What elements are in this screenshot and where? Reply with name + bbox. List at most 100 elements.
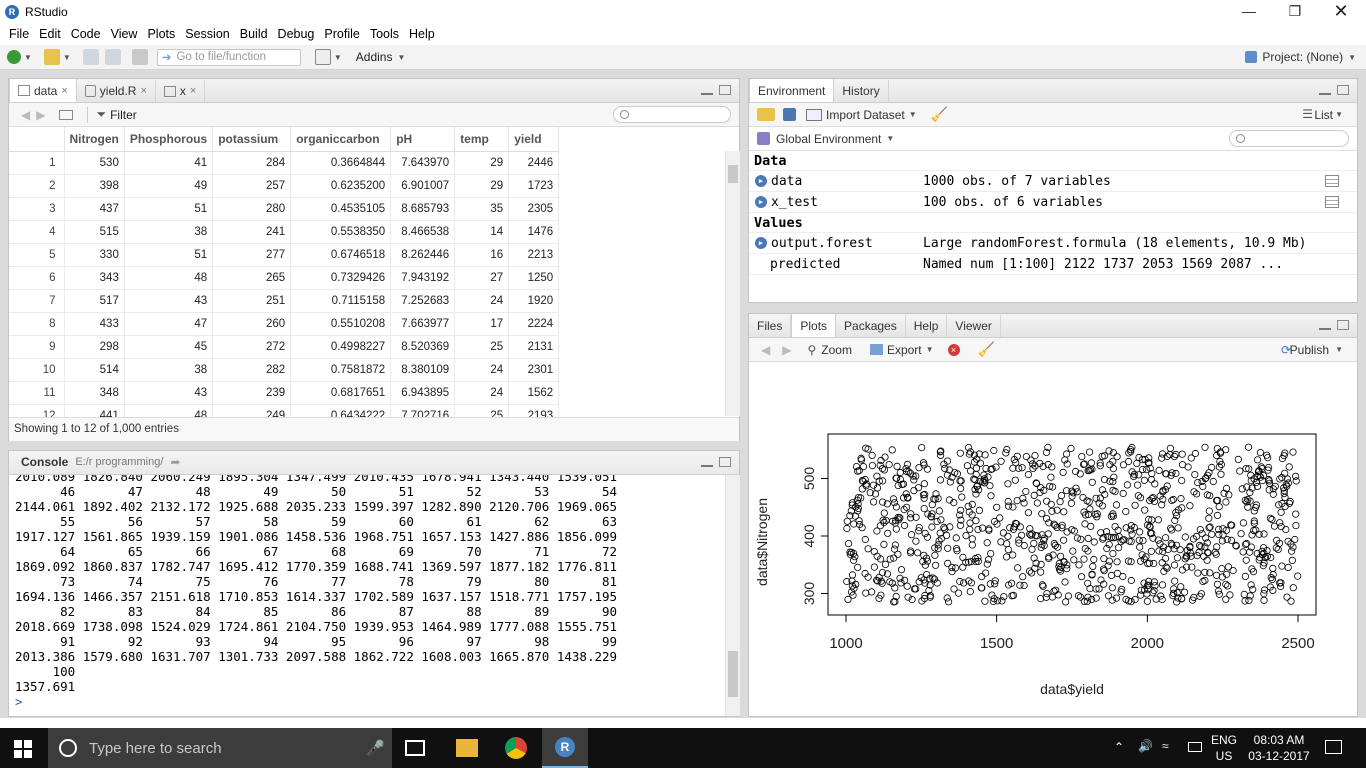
column-header[interactable]: Nitrogen — [64, 127, 125, 152]
taskbar-search-input[interactable]: Type here to search 🎤 — [48, 728, 392, 768]
zoom-button[interactable]: Zoom — [821, 343, 852, 357]
tab-files[interactable]: Files — [749, 315, 792, 337]
menu-code[interactable]: Code — [66, 27, 106, 41]
chevron-down-icon[interactable]: ▼ — [909, 110, 917, 119]
close-icon[interactable]: ✕ — [1318, 0, 1364, 23]
save-icon[interactable] — [82, 49, 99, 65]
menu-file[interactable]: File — [4, 27, 34, 41]
environment-search-input[interactable] — [1229, 130, 1349, 147]
menu-view[interactable]: View — [106, 27, 143, 41]
broom-icon[interactable]: 🧹 — [978, 341, 995, 358]
next-plot-icon[interactable]: ▶ — [782, 343, 791, 357]
layout-grid-icon[interactable] — [314, 49, 331, 65]
maximize-pane-icon[interactable] — [719, 85, 731, 95]
tray-chevron-icon[interactable]: ⌃ — [1114, 740, 1124, 754]
view-table-icon[interactable] — [1325, 175, 1339, 187]
expand-icon[interactable]: ▶ — [755, 196, 767, 208]
chevron-down-icon[interactable]: ▼ — [886, 134, 894, 143]
expand-icon[interactable]: ▶ — [755, 237, 767, 249]
chrome-icon[interactable] — [505, 737, 527, 759]
tab-help[interactable]: Help — [906, 315, 948, 337]
column-header[interactable]: temp — [454, 127, 510, 152]
column-header[interactable]: pH — [390, 127, 456, 152]
data-search-input[interactable] — [613, 106, 731, 123]
new-file-icon[interactable] — [7, 50, 21, 64]
remove-plot-icon[interactable]: × — [947, 343, 960, 356]
env-row-data[interactable]: ▶ data 1000 obs. of 7 variables — [749, 171, 1357, 192]
column-header[interactable]: yield — [508, 127, 560, 152]
minimize-icon[interactable]: — — [1226, 0, 1272, 23]
chevron-down-icon[interactable]: ▼ — [1335, 110, 1343, 119]
save-all-icon[interactable] — [104, 49, 121, 65]
tab-data[interactable]: data × — [9, 79, 77, 102]
volume-icon[interactable]: 🔊 — [1138, 739, 1153, 753]
publish-button[interactable]: Publish — [1290, 343, 1329, 357]
import-dataset-button[interactable]: Import Dataset — [826, 108, 905, 122]
save-workspace-icon[interactable] — [783, 108, 796, 121]
minimize-pane-icon[interactable] — [701, 463, 713, 467]
chevron-down-icon[interactable]: ▼ — [24, 53, 32, 62]
chevron-down-icon[interactable]: ▼ — [1335, 345, 1343, 354]
menu-help[interactable]: Help — [404, 27, 440, 41]
filter-button[interactable]: Filter — [110, 108, 137, 122]
expand-icon[interactable]: ▶ — [755, 175, 767, 187]
menu-tools[interactable]: Tools — [365, 27, 404, 41]
tab-viewer[interactable]: Viewer — [947, 315, 1001, 337]
broom-icon[interactable]: 🧹 — [931, 106, 948, 123]
view-table-icon[interactable] — [1325, 196, 1339, 208]
network-icon[interactable]: ≈ — [1162, 739, 1169, 753]
maximize-pane-icon[interactable] — [719, 457, 731, 467]
env-row-output-forest[interactable]: ▶ output.forest Large randomForest.formu… — [749, 233, 1357, 254]
previous-plot-icon[interactable]: ◀ — [761, 343, 770, 357]
export-button[interactable]: Export — [887, 343, 922, 357]
scroll-thumb[interactable] — [728, 165, 738, 183]
print-icon[interactable] — [131, 49, 148, 65]
menu-session[interactable]: Session — [180, 27, 234, 41]
chevron-down-icon[interactable]: ▼ — [334, 53, 342, 62]
global-environment-dropdown[interactable]: Global Environment — [776, 132, 881, 146]
task-view-icon[interactable] — [405, 740, 425, 756]
chevron-down-icon[interactable]: ▼ — [926, 345, 934, 354]
language-indicator[interactable]: ENG US — [1210, 732, 1238, 764]
minimize-pane-icon[interactable] — [1319, 326, 1331, 330]
menu-debug[interactable]: Debug — [273, 27, 320, 41]
chevron-down-icon[interactable]: ▼ — [63, 53, 71, 62]
battery-icon[interactable] — [1188, 742, 1202, 752]
maximize-pane-icon[interactable] — [1337, 85, 1349, 95]
restore-icon[interactable]: ❐ — [1272, 0, 1318, 23]
minimize-pane-icon[interactable] — [1319, 91, 1331, 95]
open-folder-icon[interactable] — [43, 49, 60, 65]
tab-x[interactable]: x × — [156, 80, 206, 102]
minimize-pane-icon[interactable] — [701, 91, 713, 95]
chevron-down-icon[interactable]: ▼ — [397, 53, 405, 62]
tab-environment[interactable]: Environment — [749, 79, 835, 102]
rstudio-taskbar-button[interactable]: R — [542, 728, 588, 768]
menu-edit[interactable]: Edit — [34, 27, 66, 41]
go-to-file-input[interactable]: ➜ Go to file/function — [156, 48, 301, 66]
menu-build[interactable]: Build — [235, 27, 273, 41]
back-icon[interactable]: ◀ — [21, 108, 30, 122]
project-menu[interactable]: Project: (None) ▼ — [1245, 50, 1356, 64]
microphone-icon[interactable]: 🎤 — [366, 739, 385, 757]
env-row-predicted[interactable]: predicted Named num [1:100] 2122 1737 20… — [749, 254, 1357, 275]
column-header[interactable]: Phosphorous — [124, 127, 214, 152]
popout-icon[interactable] — [59, 109, 74, 120]
tab-history[interactable]: History — [834, 80, 889, 102]
maximize-pane-icon[interactable] — [1337, 320, 1349, 330]
tab-packages[interactable]: Packages — [836, 315, 906, 337]
list-view-button[interactable]: List — [1314, 108, 1333, 122]
action-center-icon[interactable] — [1325, 740, 1342, 754]
go-to-directory-icon[interactable]: ➦ — [170, 455, 180, 469]
close-tab-icon[interactable]: × — [140, 85, 146, 97]
close-tab-icon[interactable]: × — [190, 85, 196, 97]
file-explorer-icon[interactable] — [456, 739, 478, 757]
console-output[interactable]: 2010.089 1826.840 2060.249 1895.304 1347… — [9, 475, 725, 716]
windows-start-icon[interactable] — [14, 740, 32, 758]
env-row-x-test[interactable]: ▶ x_test 100 obs. of 6 variables — [749, 192, 1357, 213]
column-header[interactable]: potassium — [212, 127, 292, 152]
close-tab-icon[interactable]: × — [61, 85, 67, 97]
tab-yield-r[interactable]: yield.R × — [77, 80, 156, 102]
vertical-scrollbar[interactable] — [725, 151, 740, 416]
clock[interactable]: 08:03 AM 03-12-2017 — [1246, 732, 1312, 764]
tab-plots[interactable]: Plots — [791, 314, 837, 337]
